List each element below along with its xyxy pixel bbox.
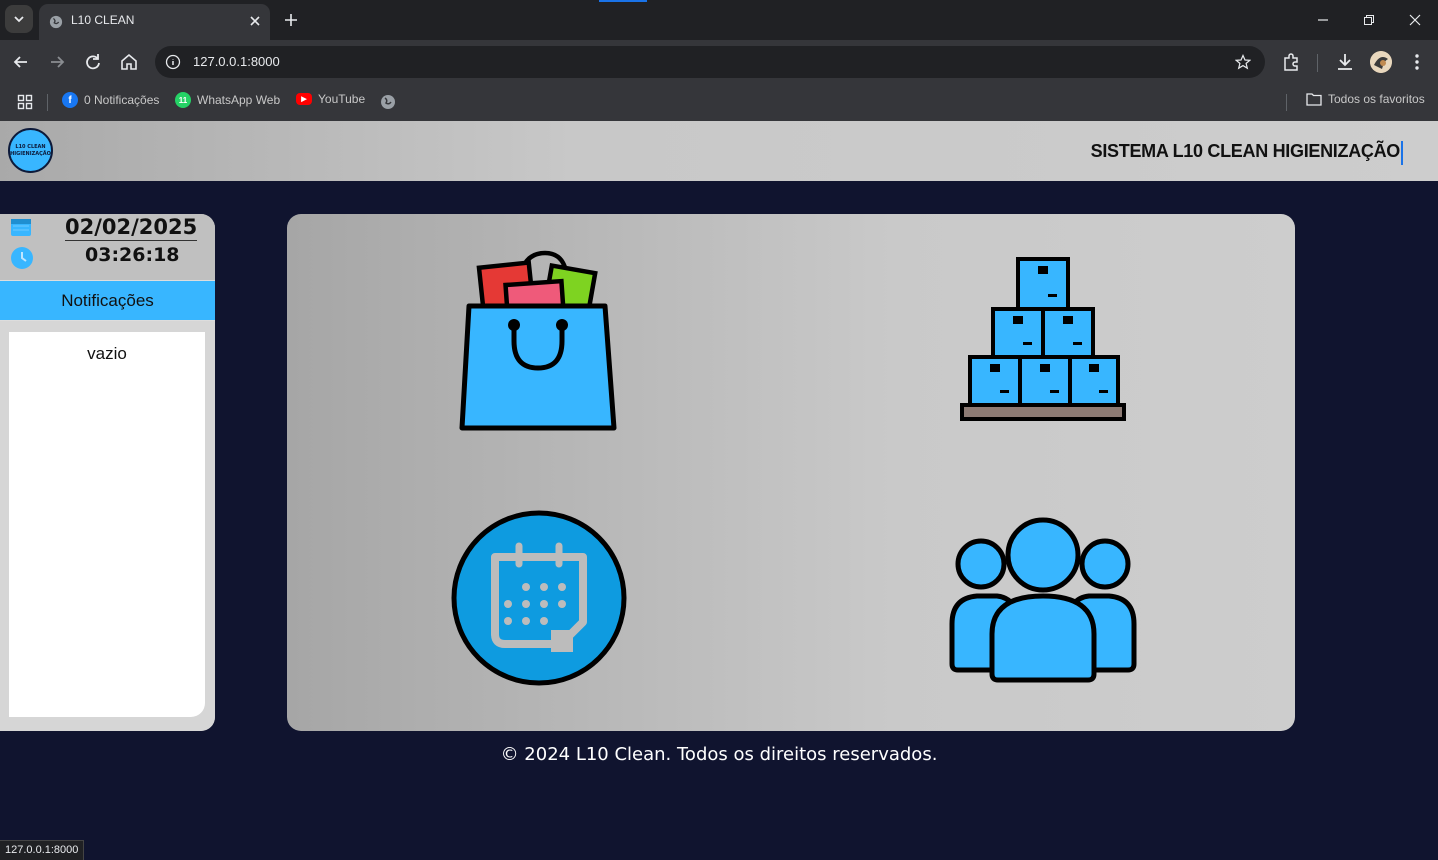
text-caret (1401, 141, 1403, 165)
chevron-down-icon (14, 16, 24, 23)
bookmarks-divider (47, 94, 48, 111)
download-icon[interactable] (1334, 51, 1356, 73)
address-bar[interactable]: 127.0.0.1:8000 (155, 46, 1265, 78)
apps-grid-icon[interactable] (17, 94, 33, 110)
tab-search-button[interactable] (5, 5, 33, 33)
logo-line2: HIGIENIZAÇÃO (10, 150, 51, 157)
tab-title: L10 CLEAN (71, 13, 135, 27)
current-time: 03:26:18 (85, 244, 180, 266)
bookmark-label: YouTube (318, 92, 366, 106)
bookmark-star-icon[interactable] (1235, 54, 1251, 70)
bookmarks-divider (1286, 94, 1287, 111)
notifications-area: vazio (0, 321, 215, 731)
notifications-header[interactable]: Notificações (0, 280, 215, 321)
all-bookmarks-folder[interactable]: Todos os favoritos (1306, 92, 1425, 106)
url-text[interactable]: 127.0.0.1:8000 (193, 54, 280, 69)
footer-copyright: © 2024 L10 Clean. Todos os direitos rese… (500, 744, 938, 765)
new-tab-icon[interactable] (280, 9, 302, 31)
globe-icon (49, 15, 63, 29)
app-header: L10 CLEAN HIGIENIZAÇÃO SISTEMA L10 CLEAN… (0, 121, 1438, 181)
all-bookmarks-label: Todos os favoritos (1328, 92, 1425, 106)
bookmark-whatsapp[interactable]: 11 WhatsApp Web (175, 92, 280, 108)
bookmark-label: WhatsApp Web (197, 93, 281, 107)
browser-tab[interactable]: L10 CLEAN (39, 4, 270, 40)
shopping-bag-icon[interactable] (457, 247, 617, 433)
logo-line1: L10 CLEAN (15, 143, 46, 150)
reload-icon[interactable] (82, 51, 104, 73)
info-icon[interactable] (165, 54, 181, 70)
profile-avatar[interactable] (1370, 51, 1392, 73)
boxes-stack-icon[interactable] (958, 256, 1128, 426)
more-menu-icon[interactable] (1406, 51, 1428, 73)
home-icon[interactable] (118, 51, 140, 73)
youtube-icon: ▶ (296, 93, 312, 105)
bookmark-facebook[interactable]: f 0 Notificações (62, 92, 159, 108)
page-title: SISTEMA L10 CLEAN HIGIENIZAÇÃO (1090, 141, 1401, 161)
current-date: 02/02/2025 (65, 215, 198, 241)
restore-icon (1364, 15, 1374, 25)
datetime-box: 02/02/2025 03:26:18 (0, 214, 215, 280)
browser-toolbar: 127.0.0.1:8000 (0, 40, 1438, 84)
toolbar-divider (1317, 54, 1318, 72)
close-icon (1409, 14, 1421, 26)
whatsapp-icon: 11 (175, 92, 191, 108)
bookmark-label: 0 Notificações (84, 93, 160, 107)
avatar-icon (1370, 51, 1392, 73)
users-group-icon[interactable] (947, 514, 1139, 686)
browser-tab-strip: L10 CLEAN (0, 0, 1438, 40)
logo[interactable]: L10 CLEAN HIGIENIZAÇÃO (8, 128, 53, 173)
window-controls (1300, 0, 1438, 40)
bookmarks-bar: f 0 Notificações 11 WhatsApp Web ▶ YouTu… (0, 84, 1438, 121)
close-icon[interactable] (247, 13, 263, 29)
clock-icon (11, 247, 33, 269)
extensions-icon[interactable] (1280, 51, 1302, 73)
globe-icon[interactable] (380, 94, 396, 110)
empty-notifications: vazio (87, 344, 127, 363)
tab-indicator (599, 0, 647, 2)
sidebar: 02/02/2025 03:26:18 Notificações vazio (0, 214, 215, 731)
status-bar-url: 127.0.0.1:8000 (0, 840, 85, 860)
back-icon[interactable] (10, 51, 32, 73)
notifications-panel: vazio (9, 332, 205, 717)
forward-icon[interactable] (46, 51, 68, 73)
folder-icon (1306, 93, 1322, 106)
calendar-icon (11, 219, 31, 236)
facebook-icon: f (62, 92, 78, 108)
restore-button[interactable] (1346, 0, 1392, 40)
minimize-icon (1318, 19, 1328, 21)
close-window-button[interactable] (1392, 0, 1438, 40)
minimize-button[interactable] (1300, 0, 1346, 40)
bookmark-youtube[interactable]: ▶ YouTube (296, 92, 365, 106)
calendar-icon[interactable] (451, 510, 627, 686)
main-menu-card (287, 214, 1295, 731)
